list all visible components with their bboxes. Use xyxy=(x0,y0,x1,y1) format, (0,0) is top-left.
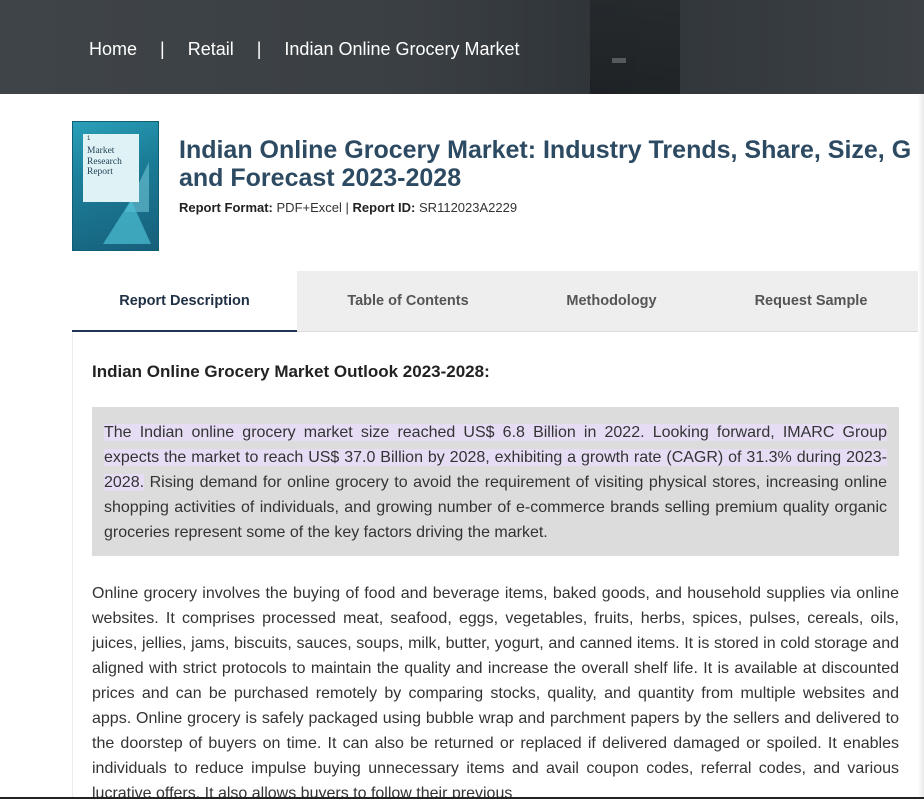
breadcrumb-current-page[interactable]: Indian Online Grocery Market xyxy=(284,39,519,60)
report-meta-separator: | xyxy=(345,200,349,215)
report-id-value: SR112023A2229 xyxy=(419,200,518,215)
cover-decoration xyxy=(103,200,151,244)
report-id-label: Report ID: xyxy=(352,200,416,215)
breadcrumb-retail-link[interactable]: Retail xyxy=(188,39,234,60)
breadcrumb-separator: | xyxy=(256,39,262,59)
breadcrumb-home-link[interactable]: Home xyxy=(89,39,137,60)
page-title: Indian Online Grocery Market: Industry T… xyxy=(179,136,924,192)
cover-number: 1 xyxy=(87,136,91,142)
cover-text-line: Market xyxy=(87,146,115,156)
cover-text-line: Research xyxy=(87,156,122,167)
tab-table-of-contents[interactable]: Table of Contents xyxy=(297,271,519,332)
breadcrumb-separator: | xyxy=(160,39,165,59)
report-meta: Report Format: PDF+Excel | Report ID: SR… xyxy=(179,200,517,215)
breadcrumb: Home | Retail | Indian Online Grocery Ma… xyxy=(89,39,520,60)
summary-box: The Indian online grocery market size re… xyxy=(92,407,899,556)
summary-text: Rising demand for online grocery to avoi… xyxy=(104,474,887,541)
report-format-value: PDF+Excel xyxy=(276,200,342,215)
header-banner: Home | Retail | Indian Online Grocery Ma… xyxy=(0,0,924,94)
page-edge-shadow xyxy=(918,94,924,799)
tab-request-sample[interactable]: Request Sample xyxy=(704,271,918,332)
section-heading: Indian Online Grocery Market Outlook 202… xyxy=(92,362,490,381)
page-title-line: and Forecast 2023-2028 xyxy=(179,164,462,192)
report-format-label: Report Format: xyxy=(179,200,273,215)
cover-text-line: Report xyxy=(87,167,113,177)
report-tabs: Report Description Table of Contents Met… xyxy=(72,271,918,332)
description-paragraph: Online grocery involves the buying of fo… xyxy=(92,585,899,799)
cover-label-card: 1 Market Research Report xyxy=(83,134,139,202)
report-cover-image: 1 Market Research Report xyxy=(72,121,159,251)
banner-background-building xyxy=(590,0,680,94)
tab-methodology[interactable]: Methodology xyxy=(519,271,704,332)
page-title-line: Indian Online Grocery Market: Industry T… xyxy=(179,136,912,164)
tab-report-description[interactable]: Report Description xyxy=(72,271,297,332)
